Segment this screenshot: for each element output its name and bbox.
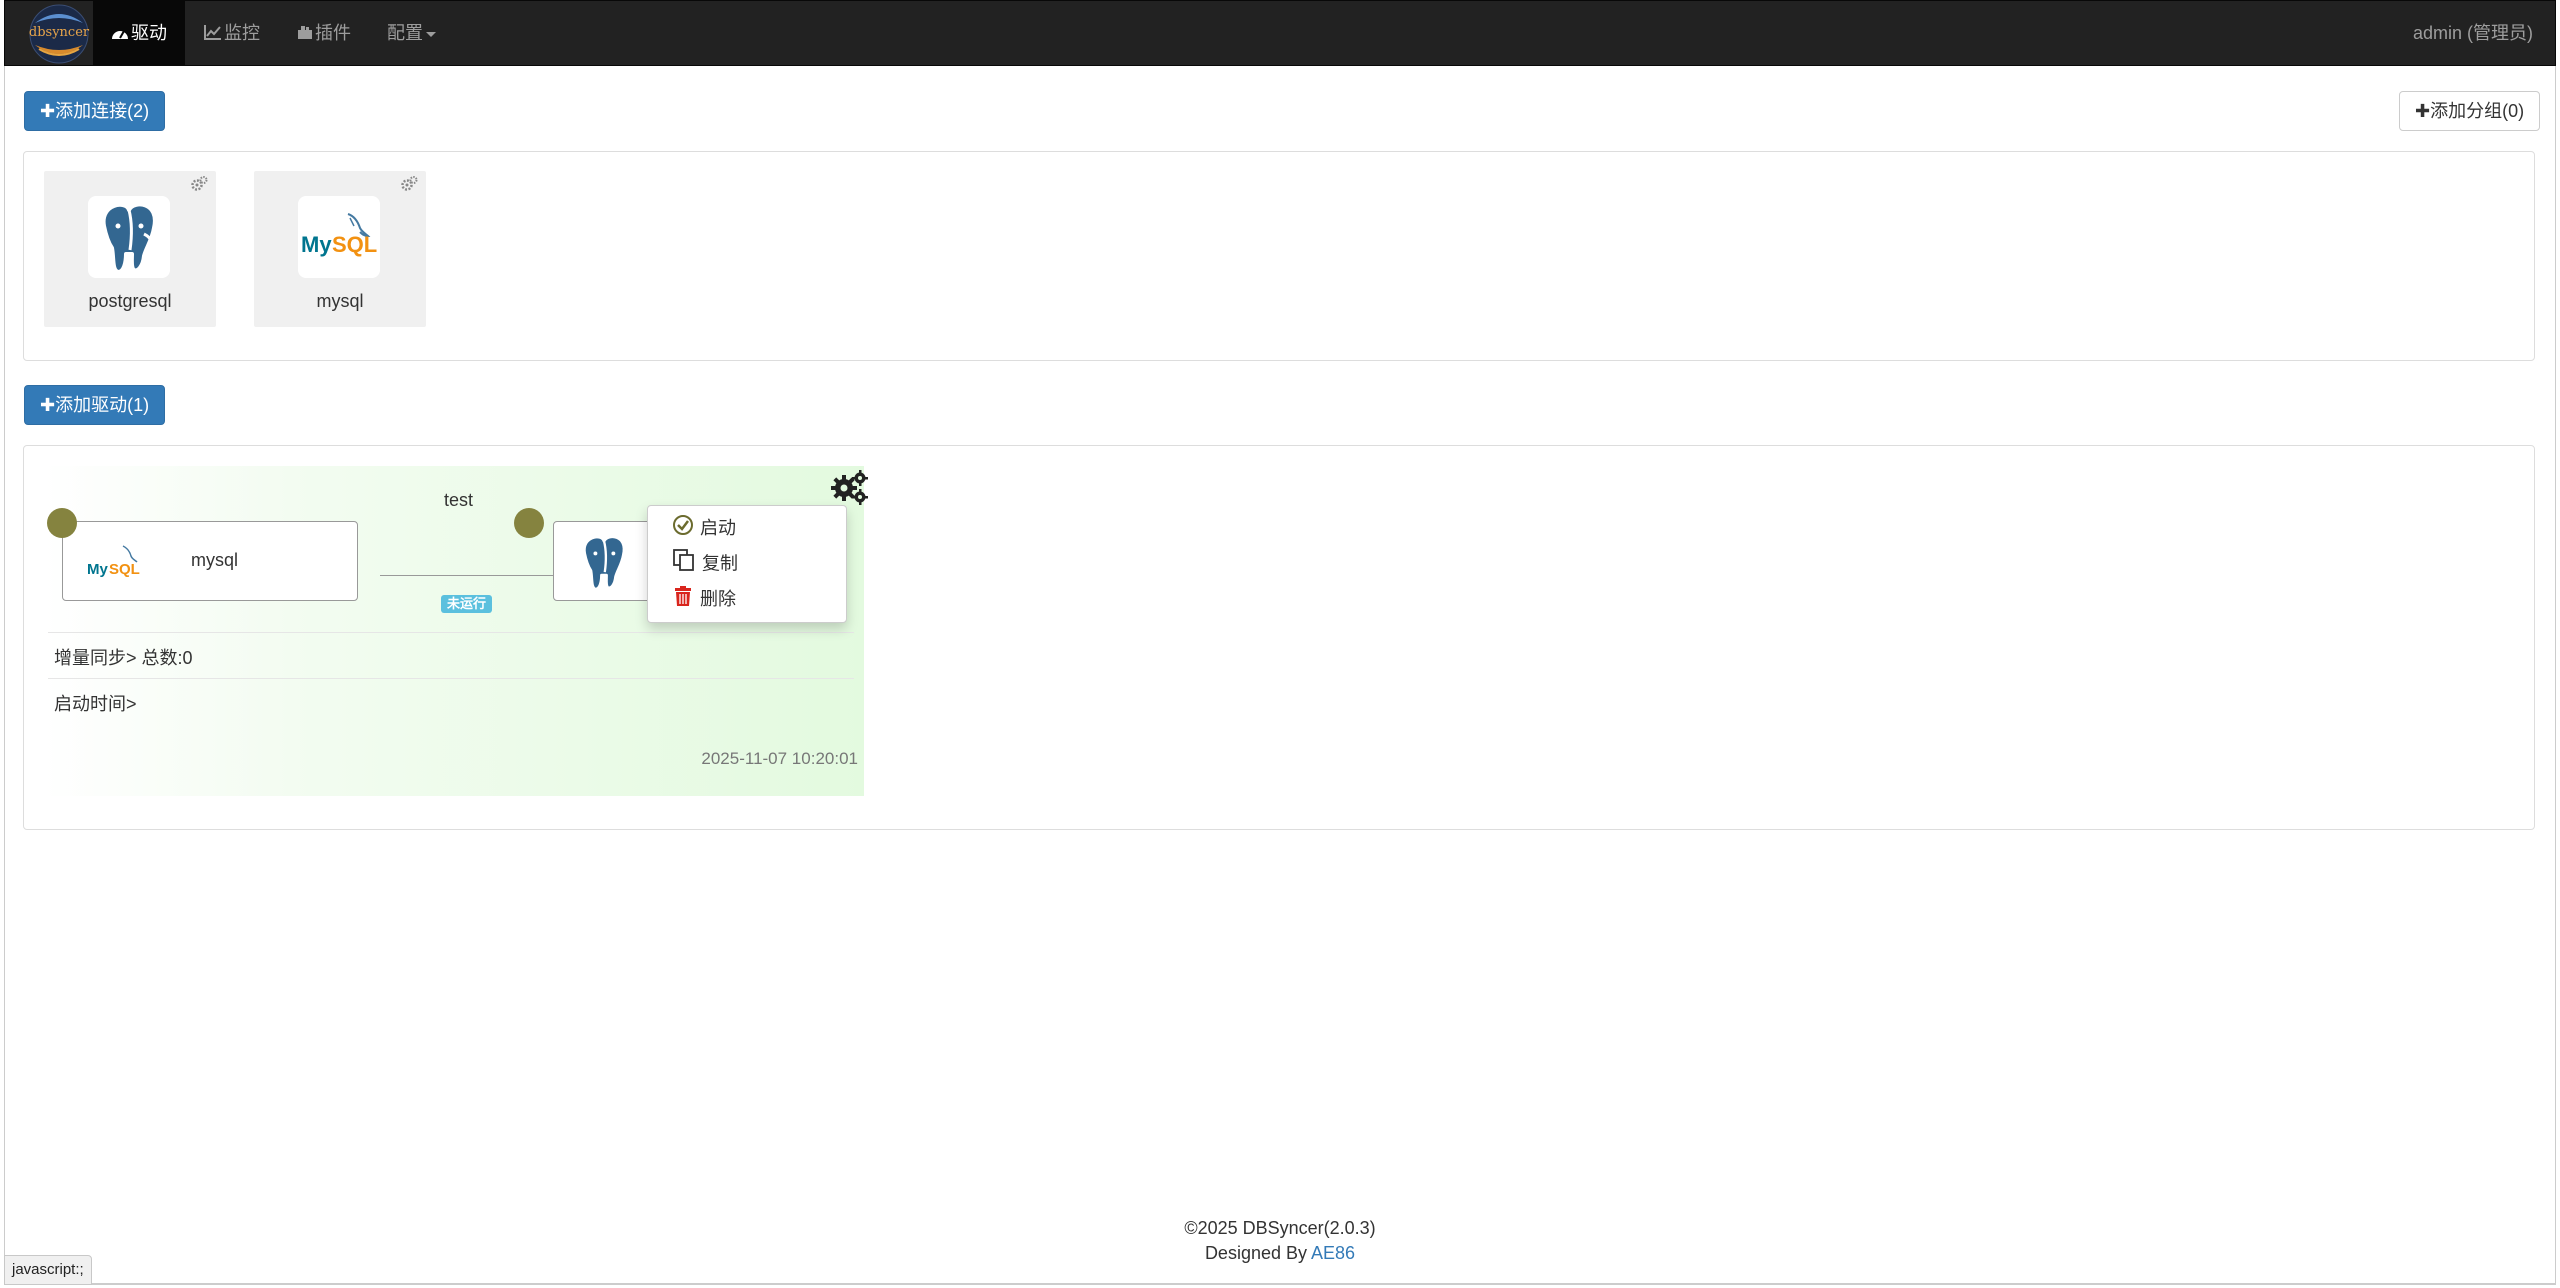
add-group-button[interactable]: ✚添加分组(0) <box>2399 91 2541 131</box>
nav-config-dropdown[interactable]: 配置 <box>369 1 454 65</box>
footer-copyright: ©2025 DBSyncer(2.0.3) <box>1184 1218 1376 1238</box>
footer-credit: Designed By AE86 <box>0 1243 2560 1264</box>
brand-text: dbsyncer <box>28 25 90 40</box>
divider <box>48 678 854 679</box>
nav-drivers-label: 驱动 <box>131 23 167 43</box>
menu-copy-label: 复制 <box>702 553 738 574</box>
source-node-name: mysql <box>191 550 239 570</box>
driver-name: test <box>444 490 474 510</box>
gear-icon[interactable] <box>400 176 418 197</box>
connection-name: postgresql <box>88 291 172 311</box>
line-chart-icon <box>204 2 222 66</box>
svg-text:My: My <box>87 561 108 578</box>
chevron-down-icon <box>426 31 436 37</box>
add-driver-label: 添加驱动(1) <box>55 395 150 415</box>
svg-text:SQL: SQL <box>109 561 140 578</box>
menu-start-label: 启动 <box>700 518 736 538</box>
connections-panel: postgresql My SQL mysql <box>23 151 2535 361</box>
source-node[interactable]: My SQL mysql <box>62 521 358 601</box>
add-driver-button[interactable]: ✚添加驱动(1) <box>24 385 166 425</box>
plus-icon: ✚ <box>40 395 56 415</box>
source-node-dot <box>47 508 77 538</box>
add-connection-button[interactable]: ✚添加连接(2) <box>24 91 166 131</box>
svg-text:SQL: SQL <box>332 232 377 257</box>
copy-icon <box>672 548 696 581</box>
driver-context-menu: 启动 复制 删除 <box>647 505 847 623</box>
nav-config-label: 配置 <box>387 23 423 43</box>
author-link[interactable]: AE86 <box>1311 1243 1355 1263</box>
connection-card-mysql[interactable]: My SQL mysql <box>254 171 426 327</box>
mysql-logo-icon: My SQL <box>298 196 380 278</box>
plugin-icon <box>297 2 313 66</box>
plus-icon: ✚ <box>2415 101 2431 121</box>
gear-icon[interactable] <box>190 176 208 197</box>
dashboard-icon <box>111 2 129 66</box>
trash-icon <box>672 585 694 616</box>
nav-monitor-label: 监控 <box>224 23 260 43</box>
start-time: 启动时间> <box>54 694 137 714</box>
browser-status-bar: javascript:; <box>4 1255 92 1285</box>
connection-card-postgresql[interactable]: postgresql <box>44 171 216 327</box>
menu-delete[interactable]: 删除 <box>672 584 736 614</box>
user-menu[interactable]: admin (管理员) <box>2413 1 2533 65</box>
add-group-label: 添加分组(0) <box>2430 101 2525 121</box>
check-circle-icon <box>672 514 694 545</box>
nav-plugins[interactable]: 插件 <box>279 1 369 65</box>
connection-name: mysql <box>316 291 364 311</box>
menu-delete-label: 删除 <box>700 589 736 609</box>
driver-edge <box>380 575 555 576</box>
status-badge: 未运行 <box>441 595 493 613</box>
divider <box>48 632 854 633</box>
plus-icon: ✚ <box>40 101 56 121</box>
postgresql-logo-icon <box>88 196 170 278</box>
footer-designed-by: Designed By <box>1204 1243 1312 1263</box>
menu-copy[interactable]: 复制 <box>672 548 738 578</box>
mysql-logo-icon: My SQL <box>85 540 145 589</box>
updated-timestamp: 2025-11-07 10:20:01 <box>701 749 858 768</box>
menu-start[interactable]: 启动 <box>672 513 736 543</box>
nav-drivers[interactable]: 驱动 <box>93 1 185 65</box>
add-connection-label: 添加连接(2) <box>55 101 150 121</box>
top-navbar: dbsyncer 驱动 监控 插件 配置 admin (管理员) <box>4 0 2556 66</box>
sync-info: 增量同步> 总数:0 <box>54 648 193 668</box>
brand-logo[interactable]: dbsyncer <box>25 3 93 65</box>
postgresql-logo-icon <box>572 528 636 601</box>
nav-plugins-label: 插件 <box>315 23 351 43</box>
svg-text:My: My <box>301 232 332 257</box>
nav-monitor[interactable]: 监控 <box>186 1 278 65</box>
target-node-dot <box>514 508 544 538</box>
drivers-panel: test 未运行 My SQL mysql 增量同步> 总数:0 启动时间> 2… <box>23 445 2535 830</box>
